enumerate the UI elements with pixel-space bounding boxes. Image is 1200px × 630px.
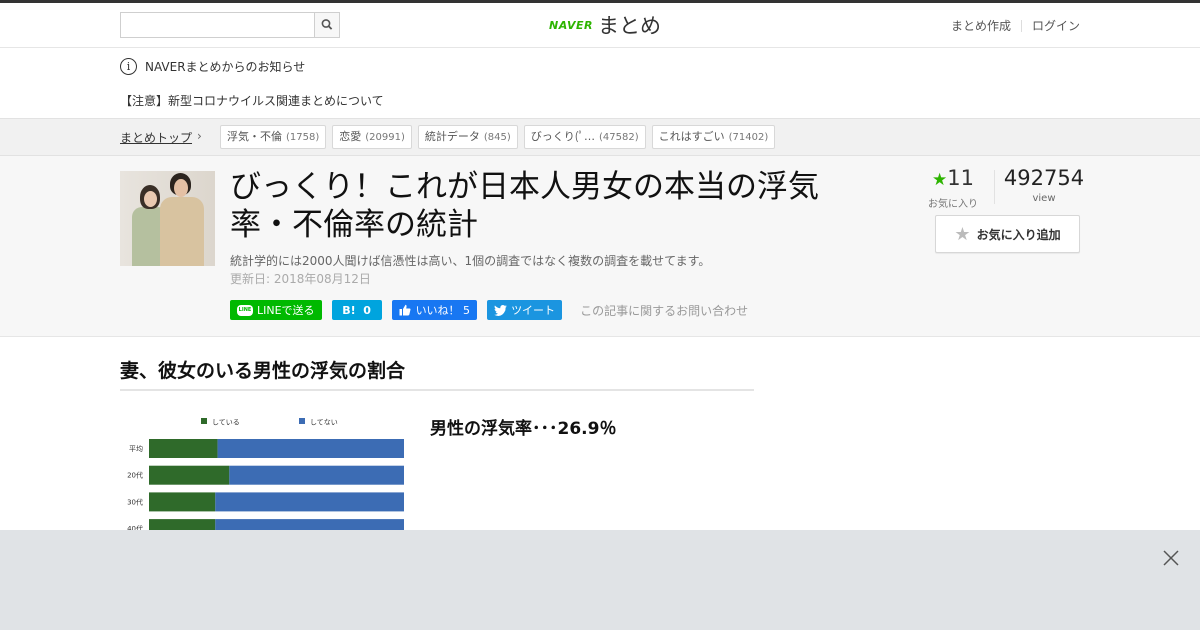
login-link[interactable]: ログイン	[1032, 17, 1080, 34]
tag-item[interactable]: 恋愛 (20991)	[332, 125, 412, 149]
star-icon: ★	[932, 170, 948, 190]
favorites-label: お気に入り	[928, 199, 978, 210]
notice-text: NAVERまとめからのお知らせ	[145, 60, 306, 74]
chevron-right-icon: ›	[197, 129, 202, 143]
close-icon[interactable]	[1161, 548, 1181, 568]
search-box	[120, 12, 340, 38]
add-favorite-label: お気に入り追加	[976, 227, 1061, 242]
tag-item[interactable]: 統計データ (845)	[417, 125, 518, 149]
logo-brand: NAVER	[549, 18, 593, 32]
category-label: 20代	[127, 471, 143, 480]
category-label: 平均	[129, 444, 143, 453]
tag-label: びっくり(ﾟ…	[530, 130, 595, 143]
thumbs-up-icon	[399, 304, 411, 316]
link-divider	[1020, 19, 1022, 32]
tag-count: (71402)	[728, 132, 769, 143]
hatena-icon: B!	[342, 303, 356, 317]
create-matome-link[interactable]: まとめ作成	[951, 17, 1011, 34]
article-header: びっくり！これが日本人男女の本当の浮気率・不倫率の統計 統計学的には2000人聞…	[0, 156, 1200, 337]
tag-count: (47582)	[599, 132, 639, 143]
search-input[interactable]	[121, 13, 315, 37]
naver-matome-logo[interactable]: NAVER まとめ	[549, 10, 661, 40]
tag-item[interactable]: これはすごい (71402)	[651, 125, 776, 149]
hatena-bookmark-button[interactable]: B! 0	[331, 300, 382, 320]
article-description: 統計学的には2000人聞けば信憑性は高い、1個の調査ではなく複数の調査を載せてま…	[230, 254, 711, 268]
infidelity-rate-chart: しているしてない平均20代30代40代	[127, 418, 404, 536]
tweet-label: ツイート	[511, 304, 556, 317]
facebook-like-button[interactable]: いいね！ 5	[391, 300, 478, 320]
bar-segment	[229, 465, 404, 485]
breadcrumb: まとめトップ › 浮気・不倫 (1758) 恋愛 (20991) 統計データ (845…	[0, 118, 1200, 156]
thumbnail-figure-man	[160, 197, 204, 266]
bar-segment	[149, 439, 218, 458]
line-share-label: LINEで送る	[257, 304, 315, 317]
tag-count: (845)	[483, 132, 511, 143]
article-thumbnail[interactable]	[120, 171, 215, 266]
view-count: 492754 view	[1000, 166, 1088, 204]
contact-link[interactable]: この記事に関するお問い合わせ	[580, 302, 748, 319]
category-label: 30代	[127, 497, 143, 506]
header-links: まとめ作成 ログイン	[951, 17, 1080, 34]
favorites-number: 11	[947, 166, 974, 190]
line-icon: LINE	[237, 304, 253, 316]
tag-count: (1758)	[286, 132, 320, 143]
info-icon: i	[120, 58, 137, 75]
hatena-count: 0	[363, 303, 371, 317]
twitter-bird-icon	[494, 304, 507, 316]
view-number: 492754	[1003, 166, 1085, 190]
updated-date: 更新日: 2018年08月12日	[230, 272, 371, 286]
thumbnail-face-woman	[144, 191, 157, 207]
tag-label: 恋愛	[339, 130, 362, 143]
share-buttons: LINE LINEで送る B! 0 いいね！ 5 ツイート この記事に関するお問…	[230, 300, 748, 320]
notice-link[interactable]: i NAVERまとめからのお知らせ	[120, 58, 305, 75]
tag-label: 統計データ	[424, 130, 480, 143]
bar-segment	[217, 439, 404, 458]
tag-label: これはすごい	[658, 130, 725, 143]
legend-label: している	[212, 419, 240, 427]
chart-caption: 男性の浮気率･･･26.9％	[430, 419, 617, 439]
line-share-button[interactable]: LINE LINEで送る	[230, 300, 322, 320]
article-title: びっくり！これが日本人男女の本当の浮気率・不倫率の統計	[230, 169, 819, 243]
bar-segment	[149, 492, 216, 512]
tag-list: 浮気・不倫 (1758) 恋愛 (20991) 統計データ (845) びっくり(ﾟ……	[220, 125, 781, 149]
tag-count: (20991)	[365, 132, 405, 143]
bar-segment	[149, 465, 230, 485]
tag-label: 浮気・不倫	[227, 130, 282, 143]
search-button[interactable]	[314, 13, 339, 37]
legend-swatch	[201, 418, 207, 424]
facebook-like-label: いいね！ 5	[415, 304, 471, 317]
tag-item[interactable]: 浮気・不倫 (1758)	[220, 125, 327, 149]
section-heading: 妻、彼女のいる男性の浮気の割合	[120, 356, 754, 391]
legend-label: してない	[310, 419, 338, 427]
corona-notice-link[interactable]: 【注意】新型コロナウイルス関連まとめについて	[120, 92, 384, 109]
add-favorite-button[interactable]: ★ お気に入り追加	[935, 215, 1080, 253]
tag-item[interactable]: びっくり(ﾟ… (47582)	[523, 125, 646, 149]
favorites-count: ★11 お気に入り	[925, 166, 981, 210]
site-header: NAVER まとめ まとめ作成 ログイン	[0, 3, 1200, 48]
logo-text: まとめ	[597, 14, 661, 38]
ad-banner	[0, 530, 1200, 630]
thumbnail-face-man	[174, 179, 188, 197]
view-label: view	[1032, 193, 1056, 204]
stats-divider	[994, 170, 995, 204]
twitter-tweet-button[interactable]: ツイート	[487, 300, 563, 320]
legend-swatch	[299, 418, 305, 424]
star-outline-icon: ★	[954, 223, 971, 245]
breadcrumb-top-link[interactable]: まとめトップ	[120, 129, 192, 146]
bar-segment	[215, 492, 404, 512]
search-icon	[321, 19, 333, 30]
